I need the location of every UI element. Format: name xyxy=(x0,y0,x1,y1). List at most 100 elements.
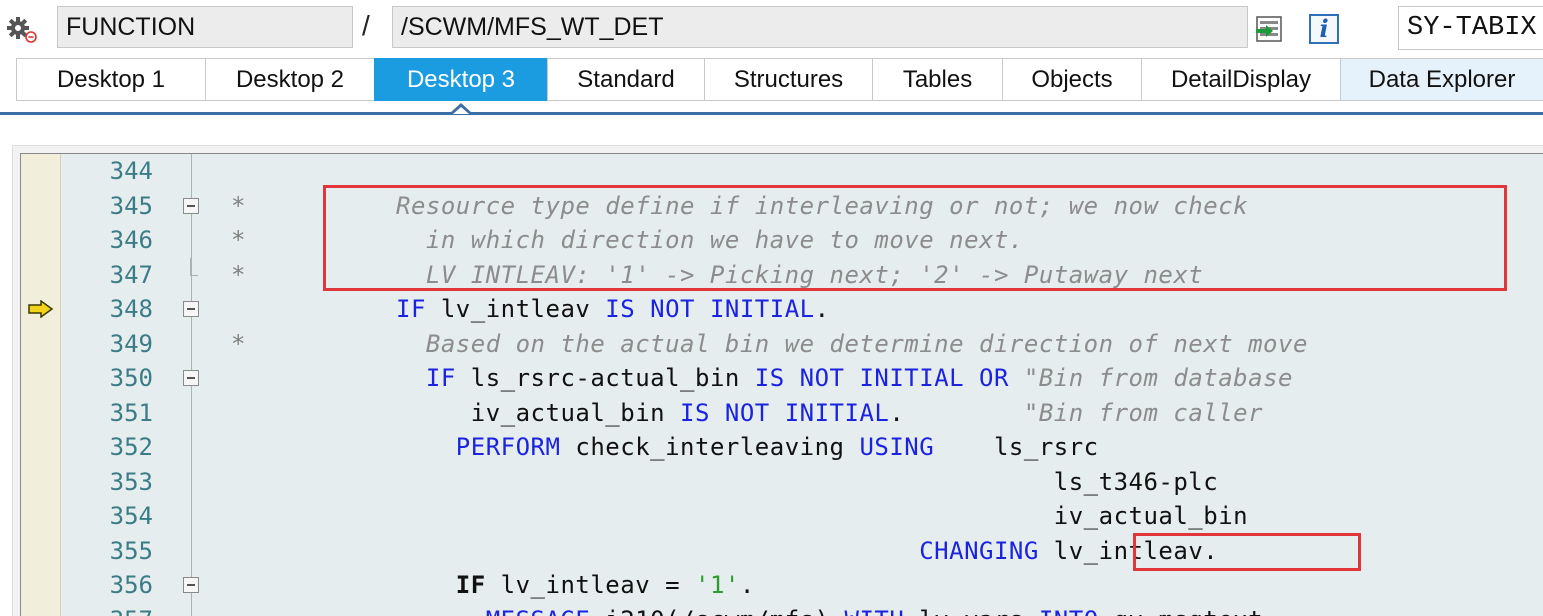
tab-objects[interactable]: Objects xyxy=(1002,58,1141,101)
code-line[interactable]: 350 IF ls_rsrc-actual_bin IS NOT INITIAL… xyxy=(21,361,1543,396)
code-token xyxy=(396,606,486,616)
code-token: "Bin from database xyxy=(1009,364,1293,392)
code-text: ls_t346-plc xyxy=(396,465,1218,499)
code-line[interactable]: 348 IF lv_intleav IS NOT INITIAL. xyxy=(21,292,1543,327)
code-text: IF lv_intleav IS NOT INITIAL. xyxy=(396,292,830,326)
line-number: 345 xyxy=(61,189,153,223)
function-type-field[interactable]: FUNCTION xyxy=(57,6,353,48)
current-line-arrow-icon xyxy=(28,300,54,318)
info-icon[interactable]: i xyxy=(1309,14,1339,44)
code-line[interactable]: 351 iv_actual_bin IS NOT INITIAL. "Bin f… xyxy=(21,396,1543,431)
code-text: Based on the actual bin we determine dir… xyxy=(396,327,1308,361)
debugger-toolbar: FUNCTION / /SCWM/MFS_WT_DET i SY-TABIX xyxy=(0,0,1543,58)
code-token: . xyxy=(815,295,830,323)
tab-desktop-3[interactable]: Desktop 3 xyxy=(374,58,547,101)
code-token: IF xyxy=(396,295,426,323)
code-text: MESSAGE i210(/scwm/mfs) WITH lv_vars INT… xyxy=(396,603,1263,616)
code-token: ls_rsrc xyxy=(934,433,1098,461)
program-name-field[interactable]: /SCWM/MFS_WT_DET xyxy=(392,6,1248,48)
code-token: gv_msgtext xyxy=(1099,606,1263,616)
collapse-block-icon[interactable] xyxy=(183,370,199,386)
code-token: IS NOT INITIAL xyxy=(605,295,814,323)
comment-marker: * xyxy=(231,189,245,223)
fold-end-marker xyxy=(190,258,191,275)
line-number: 353 xyxy=(61,465,153,499)
line-number: 347 xyxy=(61,258,153,292)
collapse-block-icon[interactable] xyxy=(183,577,199,593)
code-line[interactable]: 353 ls_t346-plc xyxy=(21,465,1543,500)
code-token: ls_t346-plc xyxy=(396,468,1218,496)
line-number: 348 xyxy=(61,292,153,326)
collapse-block-icon[interactable] xyxy=(183,301,199,317)
code-token: PERFORM xyxy=(456,433,561,461)
code-token: . xyxy=(740,571,755,599)
code-line[interactable]: 357 MESSAGE i210(/scwm/mfs) WITH lv_vars… xyxy=(21,603,1543,616)
code-line[interactable]: 349 * Based on the actual bin we determin… xyxy=(21,327,1543,362)
comment-marker: * xyxy=(231,327,245,361)
line-number: 349 xyxy=(61,327,153,361)
code-token: MESSAGE xyxy=(486,606,591,616)
tab-detail-display[interactable]: DetailDisplay xyxy=(1141,58,1340,101)
code-line[interactable]: 352 PERFORM check_interleaving USING ls_… xyxy=(21,430,1543,465)
code-token: iv_actual_bin xyxy=(396,399,680,427)
settings-gear-icon[interactable] xyxy=(4,14,38,44)
code-token: check_interleaving xyxy=(560,433,859,461)
code-token: ls_rsrc-actual_bin xyxy=(456,364,755,392)
code-token: USING xyxy=(859,433,934,461)
tab-underline xyxy=(0,112,1543,115)
highlight-box-comment xyxy=(323,185,1507,291)
code-token: lv_intleav = xyxy=(486,571,695,599)
comment-marker: * xyxy=(231,258,245,292)
code-text: iv_actual_bin xyxy=(396,499,1248,533)
code-token: CHANGING xyxy=(919,537,1039,565)
code-text: CHANGING lv_intleav. xyxy=(396,534,1218,568)
execute-icon[interactable] xyxy=(1254,14,1284,44)
code-line[interactable]: 356 IF lv_intleav = '1'. xyxy=(21,568,1543,603)
line-number: 356 xyxy=(61,568,153,602)
variable-input-field[interactable]: SY-TABIX xyxy=(1398,6,1543,50)
code-text: IF lv_intleav = '1'. xyxy=(396,568,755,602)
code-token: IF xyxy=(456,571,486,599)
line-number: 344 xyxy=(61,154,153,188)
code-token xyxy=(396,537,919,565)
code-token: WITH xyxy=(845,606,905,616)
code-token: IF xyxy=(426,364,456,392)
code-token: iv_actual_bin xyxy=(396,502,1248,530)
code-token: lv_vars xyxy=(904,606,1039,616)
code-token xyxy=(396,364,426,392)
tab-tables[interactable]: Tables xyxy=(872,58,1002,101)
tab-desktop-1[interactable]: Desktop 1 xyxy=(16,58,205,101)
code-token: '1' xyxy=(695,571,740,599)
line-number: 350 xyxy=(61,361,153,395)
code-token: "Bin from caller xyxy=(904,399,1263,427)
code-token: i210(/scwm/mfs) xyxy=(590,606,844,616)
code-line[interactable]: 354 iv_actual_bin xyxy=(21,499,1543,534)
tab-data-explorer[interactable]: Data Explorer xyxy=(1340,58,1543,101)
line-number: 346 xyxy=(61,223,153,257)
comment-marker: * xyxy=(231,223,245,257)
highlight-box-changing-param xyxy=(1133,533,1361,571)
code-token: INTO xyxy=(1039,606,1099,616)
path-separator: / xyxy=(362,10,370,42)
tab-desktop-2[interactable]: Desktop 2 xyxy=(205,58,374,101)
line-number: 351 xyxy=(61,396,153,430)
code-text: PERFORM check_interleaving USING ls_rsrc xyxy=(396,430,1099,464)
code-token: lv_intleav xyxy=(426,295,605,323)
code-text: iv_actual_bin IS NOT INITIAL. "Bin from … xyxy=(396,396,1263,430)
code-text: IF ls_rsrc-actual_bin IS NOT INITIAL OR … xyxy=(396,361,1293,395)
fold-end-marker xyxy=(190,275,198,276)
code-token: Based on the actual bin we determine dir… xyxy=(396,330,1308,358)
tab-standard[interactable]: Standard xyxy=(547,58,704,101)
code-token: IS NOT INITIAL xyxy=(680,399,889,427)
line-number: 355 xyxy=(61,534,153,568)
code-token: . xyxy=(889,399,904,427)
line-number: 354 xyxy=(61,499,153,533)
collapse-block-icon[interactable] xyxy=(183,198,199,214)
code-token xyxy=(396,433,456,461)
code-line[interactable]: 344 xyxy=(21,154,1543,189)
code-token: IS NOT INITIAL OR xyxy=(755,364,1009,392)
line-number: 357 xyxy=(61,603,153,616)
code-token xyxy=(396,571,456,599)
tab-structures[interactable]: Structures xyxy=(704,58,872,101)
line-number: 352 xyxy=(61,430,153,464)
